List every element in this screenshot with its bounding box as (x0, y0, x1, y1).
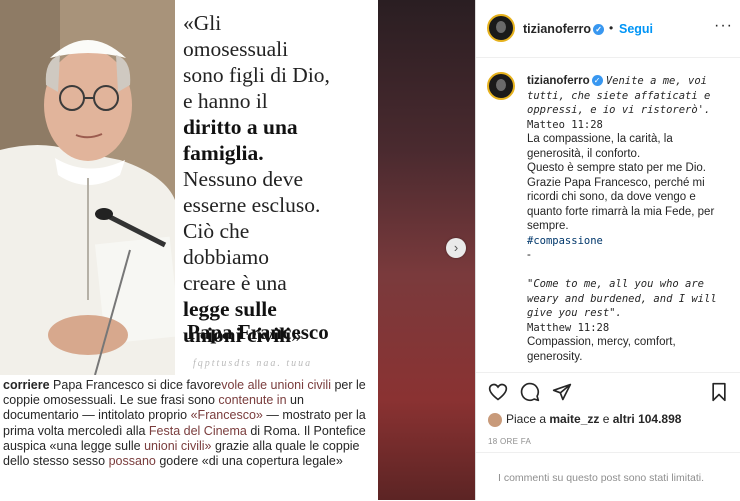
comment-ref-italian: Matteo 11:28 (527, 118, 603, 131)
comment-body: tizianoferro ✓ Venite a me, voi tutti, ch… (527, 74, 732, 364)
quote-line: creare è una (183, 271, 287, 295)
post-timestamp[interactable]: 18 ORE FA (488, 437, 531, 446)
caption-fragment: Papa Francesco si dice favore (49, 378, 222, 392)
comment-fancy-english: "Come to me, all you who are weary and b… (527, 278, 717, 319)
caption-highlight: unioni civili» (144, 438, 212, 453)
likes-others[interactable]: altri 104.898 (613, 412, 682, 426)
quote-bold-line: legge sulle (183, 297, 277, 321)
verified-icon: ✓ (591, 75, 603, 87)
hashtag-link[interactable]: #compassione (527, 235, 603, 247)
comment-dash: - (527, 249, 531, 261)
comment-username[interactable]: tizianoferro (527, 75, 590, 87)
quote-line: dobbiamo (183, 245, 269, 269)
caption-highlight: vole alle unioni civili (221, 378, 331, 392)
quote-bold-line: diritto a una (183, 115, 298, 139)
more-options-icon[interactable]: ··· (714, 17, 733, 35)
quote-line: omosessuali (183, 37, 289, 61)
caption-highlight: possano (108, 454, 156, 469)
quote-signature: Papa Francesco (187, 320, 329, 344)
quote-panel: «Gli omosessuali sono figli di Dio, e ha… (175, 0, 378, 375)
heart-icon[interactable] (488, 382, 508, 407)
liker-avatar[interactable] (488, 412, 502, 427)
header-username[interactable]: tizianoferro ✓ (523, 22, 605, 36)
quote-text: «Gli omosessuali sono figli di Dio, e ha… (183, 10, 375, 348)
likes-middle: e (599, 412, 613, 426)
quote-line: Ciò che (183, 219, 250, 243)
bookmark-icon[interactable] (710, 382, 728, 407)
separator-dot: • (609, 21, 614, 35)
likes-summary: Piace a maite_zz e altri 104.898 (488, 412, 681, 427)
post-image: «Gli omosessuali sono figli di Dio, e ha… (0, 0, 378, 500)
comments-limited-notice: I commenti su questo post sono stati lim… (476, 452, 740, 501)
post-header: tizianoferro ✓ • Segui ··· (476, 0, 740, 58)
next-arrow-icon[interactable]: › (446, 238, 466, 258)
caption-username[interactable]: corriere (3, 378, 50, 392)
caption-fragment: godere «di una copertura legale» (155, 454, 343, 469)
likes-prefix: Piace a (506, 412, 550, 426)
caption-text: Papa Francesco si dice favorevole alle u… (3, 378, 366, 468)
pope-photo (0, 0, 175, 375)
quote-line: esserne escluso. (183, 193, 321, 217)
comment-ref-english: Matthew 11:28 (527, 321, 610, 334)
comments-limited-text: I commenti su questo post sono stati lim… (498, 472, 705, 484)
post-caption: corriere Papa Francesco si dice favorevo… (3, 378, 373, 469)
post-sidebar: tizianoferro ✓ • Segui ··· tizianoferro ✓ … (475, 0, 740, 500)
action-bar (476, 372, 740, 411)
comment-text: Compassion, mercy, comfort, generosity. (527, 336, 676, 363)
paper-plane-icon[interactable] (552, 382, 572, 407)
avatar[interactable] (487, 14, 515, 42)
comment-text: La compassione, la carità, la generosità… (527, 133, 673, 160)
caption-highlight: «Francesco» (190, 408, 263, 423)
comment-text: Questo è sempre stato per me Dio. Grazie… (527, 162, 715, 232)
username-text[interactable]: tizianoferro (523, 22, 591, 36)
follow-button[interactable]: Segui (619, 22, 653, 36)
quote-line: «Gli (183, 11, 222, 35)
quote-line: e hanno il (183, 89, 268, 113)
quote-bold-line: famiglia. (183, 141, 264, 165)
comment-section: tizianoferro ✓ Venite a me, voi tutti, ch… (476, 58, 740, 370)
comment-icon[interactable] (520, 382, 540, 407)
comment-avatar[interactable] (487, 72, 515, 100)
verified-icon: ✓ (593, 24, 605, 36)
quote-line: Nessuno deve (183, 167, 304, 191)
pope-photo-illustration (0, 0, 175, 375)
caption-highlight: contenute in (218, 393, 287, 408)
quote-line: sono figli di Dio, (183, 63, 330, 87)
caption-highlight: Festa del Cinema (148, 423, 247, 438)
liker-username[interactable]: maite_zz (549, 412, 599, 426)
watermark: fqpttusdts naa. tuua (193, 358, 313, 369)
